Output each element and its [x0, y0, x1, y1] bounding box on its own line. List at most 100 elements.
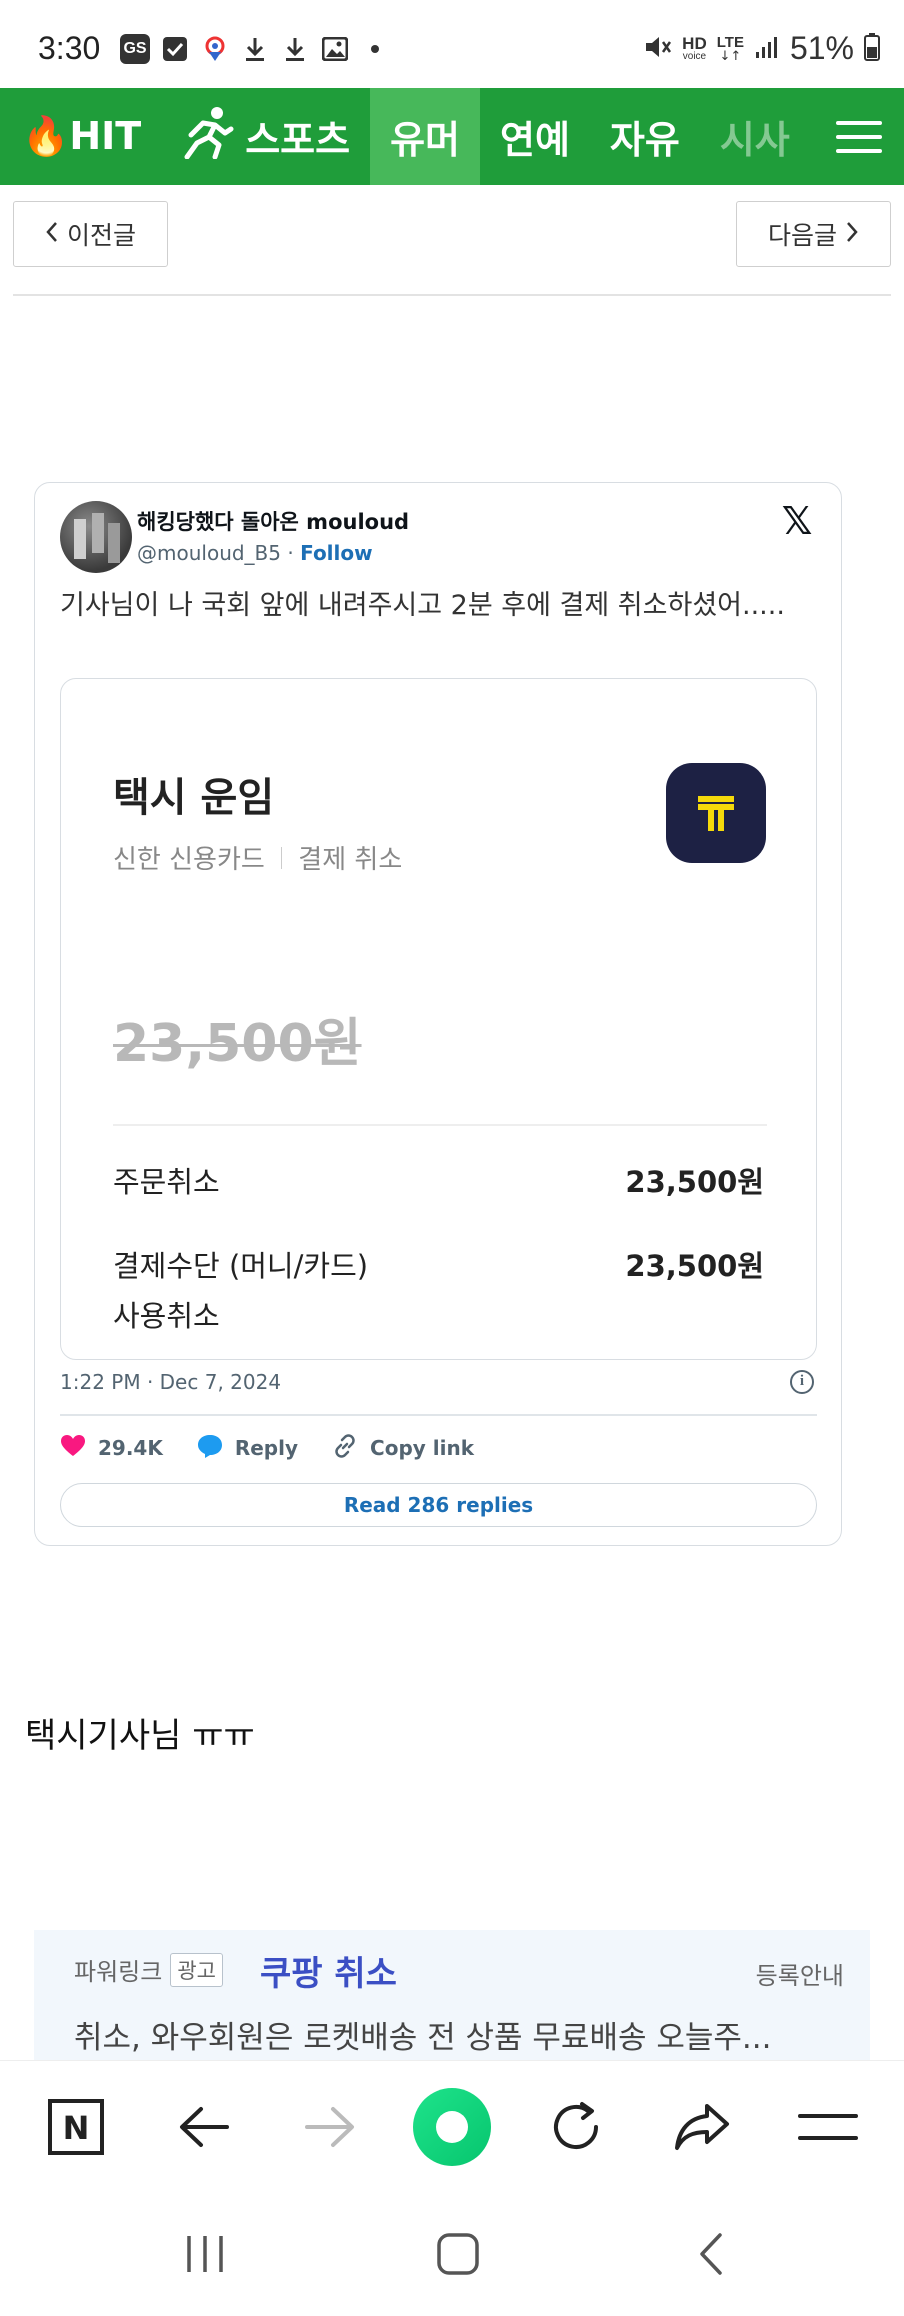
gs-icon: GS — [120, 34, 150, 64]
share-icon — [675, 2104, 729, 2150]
forward-arrow-icon — [305, 2107, 354, 2147]
category-nav: 🔥HIT 스포츠 유머 연예 자유 시사 — [0, 88, 904, 185]
next-post-button[interactable]: 다음글 — [736, 201, 891, 267]
chevron-left-icon — [45, 220, 59, 249]
battery-percent: 51% — [789, 30, 854, 66]
receipt-status: 결제 취소 — [298, 845, 403, 875]
tab-sports-label: 스포츠 — [245, 118, 351, 162]
back-nav-button[interactable] — [666, 2224, 756, 2284]
image-icon — [320, 34, 350, 64]
mute-icon — [642, 32, 672, 66]
chevron-right-icon — [845, 220, 859, 249]
like-count: 29.4K — [98, 1436, 163, 1460]
svg-text:N: N — [63, 2109, 90, 2147]
tweet-image-receipt[interactable]: 택시 운임 신한 신용카드 결제 취소 23,500원 주문취소 23,500원… — [60, 678, 817, 1360]
read-replies-button[interactable]: Read 286 replies — [60, 1483, 817, 1527]
dot-icon — [360, 34, 390, 64]
nav-menu-button[interactable] — [814, 88, 904, 185]
reply-button[interactable]: Reply — [197, 1433, 298, 1464]
refresh-icon — [554, 2102, 598, 2149]
heart-icon — [60, 1434, 86, 1463]
system-navigation — [0, 2192, 904, 2316]
receipt-separator — [280, 846, 283, 869]
browser-toolbar: N — [0, 2060, 904, 2192]
link-icon — [332, 1433, 358, 1464]
tab-hit[interactable]: 🔥HIT — [0, 88, 161, 185]
post-body-text: 택시기사님 ㅠㅠ — [25, 1716, 255, 1756]
ad-register-link[interactable]: 등록안내 — [756, 1956, 844, 1991]
status-indicators: HD voice LTE ↓↑ 51% — [642, 30, 880, 67]
signal-icon — [754, 34, 780, 64]
forward-button[interactable] — [290, 2087, 370, 2167]
ad-description[interactable]: 취소, 와우회원은 로켓배송 전 상품 무료배송 오늘주... — [74, 2012, 864, 2057]
avatar[interactable] — [60, 501, 132, 573]
tab-current-affairs[interactable]: 시사 — [700, 88, 810, 185]
tweet-date[interactable]: 1:22 PM · Dec 7, 2024 — [60, 1370, 281, 1394]
tweet-author-handle[interactable]: @mouloud_B5 — [137, 541, 281, 565]
runner-icon — [181, 105, 235, 168]
tab-free[interactable]: 자유 — [590, 88, 700, 185]
status-bar: 3:30 GS HD voice LTE ↓↑ 51% — [0, 0, 904, 88]
tab-humor[interactable]: 유머 — [370, 88, 480, 185]
lte-icon: LTE ↓↑ — [716, 33, 744, 64]
browser-menu-button[interactable] — [788, 2087, 868, 2167]
hd-voice-icon: HD voice — [682, 34, 707, 62]
tweet-embed[interactable]: 해킹당했다 돌아온 mouloud @mouloud_B5 · Follow 𝕏… — [34, 482, 842, 1546]
receipt-divider — [113, 1124, 767, 1126]
share-button[interactable] — [662, 2087, 742, 2167]
tweet-author-handle-line: @mouloud_B5 · Follow — [137, 541, 373, 565]
home-icon — [413, 2088, 491, 2166]
back-icon — [700, 2233, 722, 2275]
next-post-label: 다음글 — [767, 221, 837, 250]
hamburger-icon — [836, 111, 882, 163]
tweet-actions: 29.4K Reply Copy link — [60, 1428, 474, 1468]
x-logo-icon[interactable]: 𝕏 — [777, 501, 817, 541]
tweet-text: 기사님이 나 국회 앞에 내려주시고 2분 후에 결제 취소하셨어..... — [60, 590, 785, 621]
recents-icon — [187, 2236, 223, 2272]
home-nav-button[interactable] — [413, 2224, 503, 2284]
reply-label: Reply — [234, 1436, 299, 1460]
kakao-t-logo-icon — [666, 763, 766, 863]
back-arrow-icon — [180, 2107, 229, 2147]
reply-bubble-icon — [197, 1433, 223, 1464]
tweet-divider — [60, 1414, 817, 1416]
copy-link-button[interactable]: Copy link — [332, 1433, 474, 1464]
receipt-row-value: 23,500원 — [625, 1249, 764, 1283]
check-icon — [160, 34, 190, 64]
refresh-button[interactable] — [536, 2087, 616, 2167]
receipt-subtitle: 신한 신용카드 결제 취소 — [113, 839, 402, 876]
receipt-card: 신한 신용카드 — [113, 845, 265, 875]
naver-icon: N — [48, 2099, 104, 2155]
back-button[interactable] — [164, 2087, 244, 2167]
naver-button[interactable]: N — [36, 2087, 116, 2167]
menu-icon — [798, 2114, 858, 2140]
recents-button[interactable] — [160, 2224, 250, 2284]
info-icon[interactable]: i — [790, 1370, 814, 1394]
location-icon — [200, 34, 230, 64]
tab-sports[interactable]: 스포츠 — [161, 88, 370, 185]
prev-post-button[interactable]: 이전글 — [13, 201, 168, 267]
download-icon — [280, 34, 310, 64]
receipt-row-value: 23,500원 — [625, 1165, 764, 1199]
receipt-row-label-2: 사용취소 — [113, 1299, 220, 1333]
powerlink-ad[interactable]: 파워링크 광고 쿠팡 취소 등록안내 취소, 와우회원은 로켓배송 전 상품 무… — [34, 1930, 870, 2060]
status-time: 3:30 — [38, 30, 101, 66]
ad-badge: 광고 — [170, 1952, 223, 1987]
copy-link-label: Copy link — [370, 1436, 475, 1460]
receipt-row-label: 결제수단 (머니/카드) — [113, 1249, 369, 1283]
divider — [13, 294, 891, 296]
tweet-author-name[interactable]: 해킹당했다 돌아온 mouloud — [137, 506, 409, 536]
home-button[interactable] — [412, 2087, 492, 2167]
download-icon — [240, 34, 270, 64]
home-square-icon — [437, 2233, 479, 2275]
ad-powerlink-label: 파워링크 광고 — [74, 1952, 223, 1987]
receipt-amount-struck: 23,500원 — [113, 1014, 362, 1074]
follow-link[interactable]: Follow — [300, 541, 373, 565]
prev-post-label: 이전글 — [66, 221, 136, 250]
receipt-title: 택시 운임 — [113, 775, 275, 821]
battery-icon — [864, 32, 880, 65]
ad-title[interactable]: 쿠팡 취소 — [260, 1946, 397, 1995]
receipt-row-label: 주문취소 — [113, 1165, 220, 1199]
like-button[interactable]: 29.4K — [60, 1434, 163, 1463]
tab-entertainment[interactable]: 연예 — [480, 88, 590, 185]
